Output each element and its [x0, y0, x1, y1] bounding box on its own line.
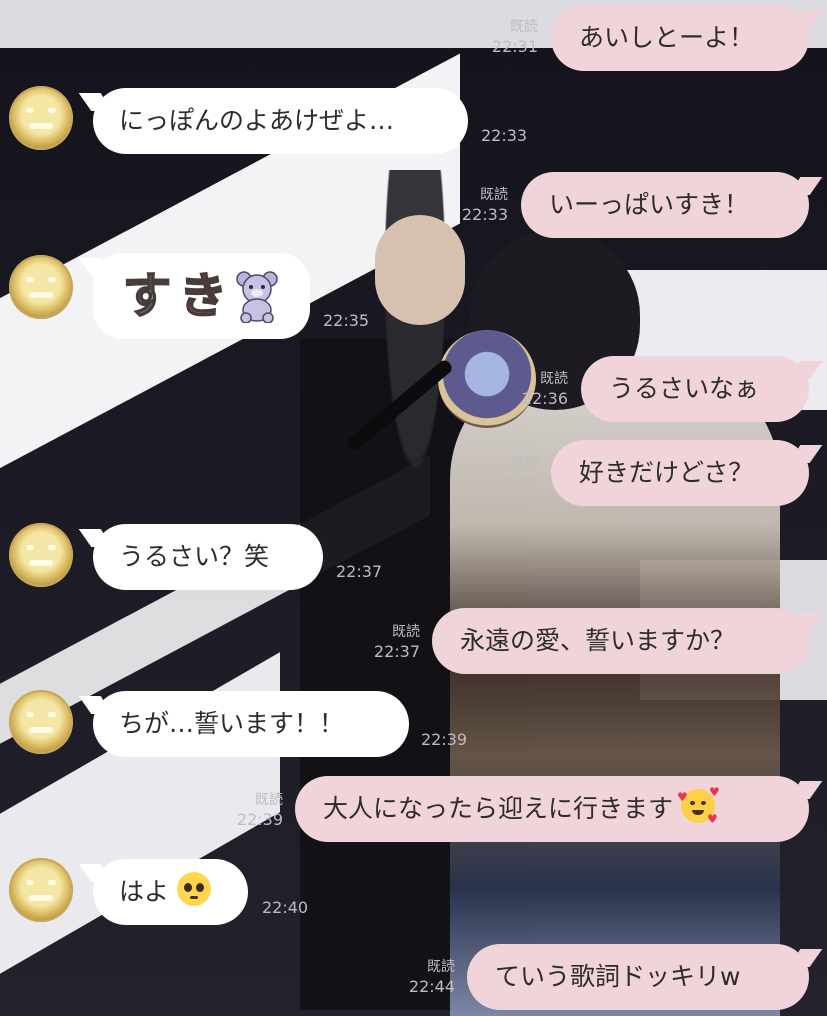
message-text: にっぽんのよあけぜよ…: [119, 106, 395, 135]
read-receipt: 既読: [255, 792, 283, 808]
message-time: 22:40: [262, 898, 309, 917]
round-face-avatar-icon[interactable]: [9, 690, 73, 754]
outgoing-message-bubble[interactable]: うるさいなぁ: [581, 356, 809, 422]
message-text: うるさいなぁ: [609, 374, 760, 403]
message-meta: 既読 22:31: [470, 18, 538, 56]
teddy-bear-icon: [236, 271, 278, 323]
message-text: あいしとーよ！: [579, 23, 755, 52]
read-receipt: 既読: [427, 959, 455, 975]
message-time: 22:37: [336, 562, 383, 581]
message-text: ていう歌詞ドッキリw: [495, 962, 741, 991]
outgoing-message-bubble[interactable]: いーっぱいすき！: [521, 172, 809, 238]
message-text: はよ: [119, 877, 170, 906]
message-text: 好きだけどさ？: [579, 458, 754, 487]
message-time: 22:35: [323, 311, 370, 330]
round-face-avatar-icon[interactable]: [9, 523, 73, 587]
message-time: 22:36: [521, 389, 568, 408]
outgoing-message-bubble[interactable]: ていう歌詞ドッキリw: [467, 944, 809, 1010]
message-text: いーっぱいすき！: [549, 190, 750, 219]
sticker-character: す: [122, 267, 172, 325]
read-receipt: 既読: [510, 456, 538, 472]
message-meta: 既読 22:36: [470, 455, 538, 493]
message-time: 22:39: [236, 810, 283, 829]
round-face-avatar-icon[interactable]: [9, 255, 73, 319]
message-text: 永遠の愛、誓いますか？: [460, 626, 736, 655]
message-meta: 既読 22:37: [352, 623, 420, 661]
round-face-avatar-icon[interactable]: [9, 858, 73, 922]
message-text: 大人になったら迎えに行きます: [323, 794, 674, 823]
message-meta: 既読 22:36: [500, 370, 568, 408]
chat-thread: 既読 22:31 あいしとーよ！ にっぽんのよあけぜよ… 22:33 既読 22…: [0, 0, 827, 1016]
message-text: うるさい？笑: [119, 542, 270, 571]
message-time: 22:36: [491, 474, 538, 493]
message-meta: 既読 22:39: [215, 791, 283, 829]
incoming-message-bubble[interactable]: はよ: [93, 859, 248, 925]
message-meta: 22:40: [262, 898, 308, 917]
message-meta: 既読 22:33: [440, 186, 508, 224]
sticker-message[interactable]: す き: [93, 253, 310, 339]
incoming-message-bubble[interactable]: ちが…誓います！！: [93, 691, 409, 757]
round-face-avatar-icon[interactable]: [9, 86, 73, 150]
incoming-message-bubble[interactable]: にっぽんのよあけぜよ…: [93, 88, 468, 154]
message-meta: 22:37: [336, 562, 382, 581]
read-receipt: 既読: [480, 187, 508, 203]
incoming-message-bubble[interactable]: うるさい？笑: [93, 524, 323, 590]
message-time: 22:33: [481, 126, 528, 145]
message-meta: 22:33: [481, 126, 527, 145]
outgoing-message-bubble[interactable]: 好きだけどさ？: [551, 440, 809, 506]
message-time: 22:39: [421, 730, 468, 749]
sticker-character: き: [178, 267, 228, 325]
outgoing-message-bubble[interactable]: 永遠の愛、誓いますか？: [432, 608, 809, 674]
read-receipt: 既読: [392, 624, 420, 640]
message-time: 22:33: [461, 205, 508, 224]
message-text: ちが…誓います！！: [119, 709, 345, 738]
message-meta: 22:35: [323, 311, 369, 330]
outgoing-message-bubble[interactable]: 大人になったら迎えに行きます ♥ ♥ ♥: [295, 776, 809, 842]
smiling-face-with-hearts-icon: ♥ ♥ ♥: [676, 785, 720, 826]
read-receipt: 既読: [510, 19, 538, 35]
message-time: 22:37: [373, 642, 420, 661]
pleading-face-icon: [176, 872, 211, 906]
read-receipt: 既読: [540, 371, 568, 387]
outgoing-message-bubble[interactable]: あいしとーよ！: [551, 5, 809, 71]
message-time: 22:44: [408, 977, 455, 996]
message-time: 22:31: [491, 37, 538, 56]
message-meta: 22:39: [421, 730, 467, 749]
message-meta: 既読 22:44: [387, 958, 455, 996]
